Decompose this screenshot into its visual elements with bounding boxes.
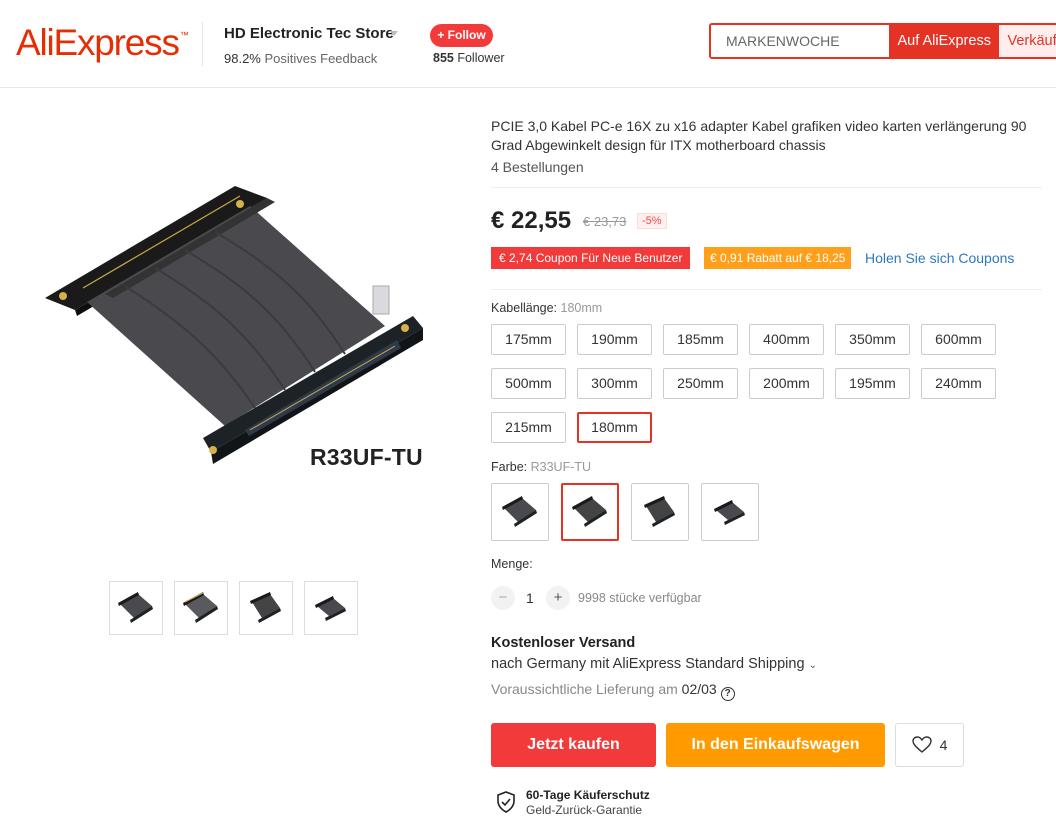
- chevron-down-icon[interactable]: ⌄: [809, 660, 817, 671]
- size-option-350[interactable]: 350mm: [835, 324, 910, 355]
- size-option-190[interactable]: 190mm: [577, 324, 652, 355]
- quantity-decrease-button[interactable]: −: [491, 586, 515, 610]
- heart-icon: [911, 736, 932, 753]
- search-bar: Auf AliExpress Verkäufer: [709, 23, 1056, 59]
- thumbnail-1[interactable]: [109, 581, 163, 635]
- color-swatch-2-selected[interactable]: [561, 483, 619, 541]
- search-store-button[interactable]: Verkäufer: [999, 25, 1056, 57]
- search-input[interactable]: [711, 25, 889, 57]
- size-option-180-selected[interactable]: 180mm: [577, 412, 652, 443]
- buy-now-button[interactable]: Jetzt kaufen: [491, 723, 656, 767]
- size-option-240[interactable]: 240mm: [921, 368, 996, 399]
- buyer-protection-title: 60-Tage Käuferschutz: [526, 788, 650, 802]
- shipping-title: Kostenloser Versand: [491, 635, 636, 651]
- product-model-label: R33UF-TU: [310, 444, 423, 470]
- header-divider: [202, 22, 203, 66]
- shield-check-icon: [497, 791, 515, 813]
- quantity-value[interactable]: 1: [526, 590, 534, 606]
- help-icon[interactable]: ?: [720, 687, 735, 701]
- quantity-label: Menge:: [491, 557, 533, 571]
- divider: [491, 187, 1042, 188]
- stock-available: 9998 stücke verfügbar: [578, 591, 702, 605]
- rebate-coupon[interactable]: € 0,91 Rabatt auf € 18,25: [704, 247, 852, 269]
- size-option-195[interactable]: 195mm: [835, 368, 910, 399]
- divider: [491, 289, 1042, 290]
- thumbnail-2[interactable]: [174, 581, 228, 635]
- order-count: 4 Bestellungen: [491, 159, 584, 175]
- store-dropdown-icon[interactable]: [390, 31, 398, 36]
- add-to-cart-button[interactable]: In den Einkaufswagen: [666, 723, 885, 767]
- discount-badge: -5%: [637, 213, 667, 229]
- size-option-400[interactable]: 400mm: [749, 324, 824, 355]
- thumbnail-strip: [109, 581, 358, 635]
- current-price: € 22,55: [491, 207, 572, 234]
- delivery-estimate: Voraussichtliche Lieferung am 02/03?: [491, 681, 735, 701]
- size-option-175[interactable]: 175mm: [491, 324, 566, 355]
- cable-length-label: Kabellänge: 180mm: [491, 301, 603, 315]
- store-followers: 855 Follower: [433, 51, 505, 65]
- product-title: PCIE 3,0 Kabel PC-e 16X zu x16 adapter K…: [491, 118, 1027, 153]
- search-aliexpress-button[interactable]: Auf AliExpress: [889, 25, 1000, 57]
- thumbnail-4[interactable]: [304, 581, 358, 635]
- color-swatch-3[interactable]: [631, 483, 689, 541]
- quantity-increase-button[interactable]: +: [546, 586, 570, 610]
- aliexpress-logo[interactable]: AliExpress™: [16, 22, 189, 64]
- wishlist-count: 4: [939, 737, 948, 753]
- wishlist-button[interactable]: 4: [895, 723, 964, 767]
- original-price: € 23,73: [583, 214, 627, 229]
- color-swatch-4[interactable]: [701, 483, 759, 541]
- follow-button[interactable]: + Follow: [430, 24, 493, 47]
- store-feedback: 98.2% Positives Feedback: [224, 51, 378, 66]
- store-name[interactable]: HD Electronic Tec Store: [224, 25, 394, 42]
- size-option-300[interactable]: 300mm: [577, 368, 652, 399]
- size-option-215[interactable]: 215mm: [491, 412, 566, 443]
- size-option-200[interactable]: 200mm: [749, 368, 824, 399]
- size-option-600[interactable]: 600mm: [921, 324, 996, 355]
- size-option-250[interactable]: 250mm: [663, 368, 738, 399]
- get-coupons-link[interactable]: Holen Sie sich Coupons: [865, 250, 1014, 266]
- size-option-185[interactable]: 185mm: [663, 324, 738, 355]
- new-user-coupon[interactable]: € 2,74 Coupon Für Neue Benutzer: [491, 247, 691, 269]
- color-label: Farbe: R33UF-TU: [491, 460, 592, 474]
- size-option-500[interactable]: 500mm: [491, 368, 566, 399]
- buyer-protection-subtitle: Geld-Zurück-Garantie: [526, 803, 643, 817]
- thumbnail-3[interactable]: [239, 581, 293, 635]
- shipping-method[interactable]: nach Germany mit AliExpress Standard Shi…: [491, 656, 817, 672]
- site-header: AliExpress™ HD Electronic Tec Store 98.2…: [0, 0, 1056, 88]
- color-swatch-1[interactable]: [491, 483, 549, 541]
